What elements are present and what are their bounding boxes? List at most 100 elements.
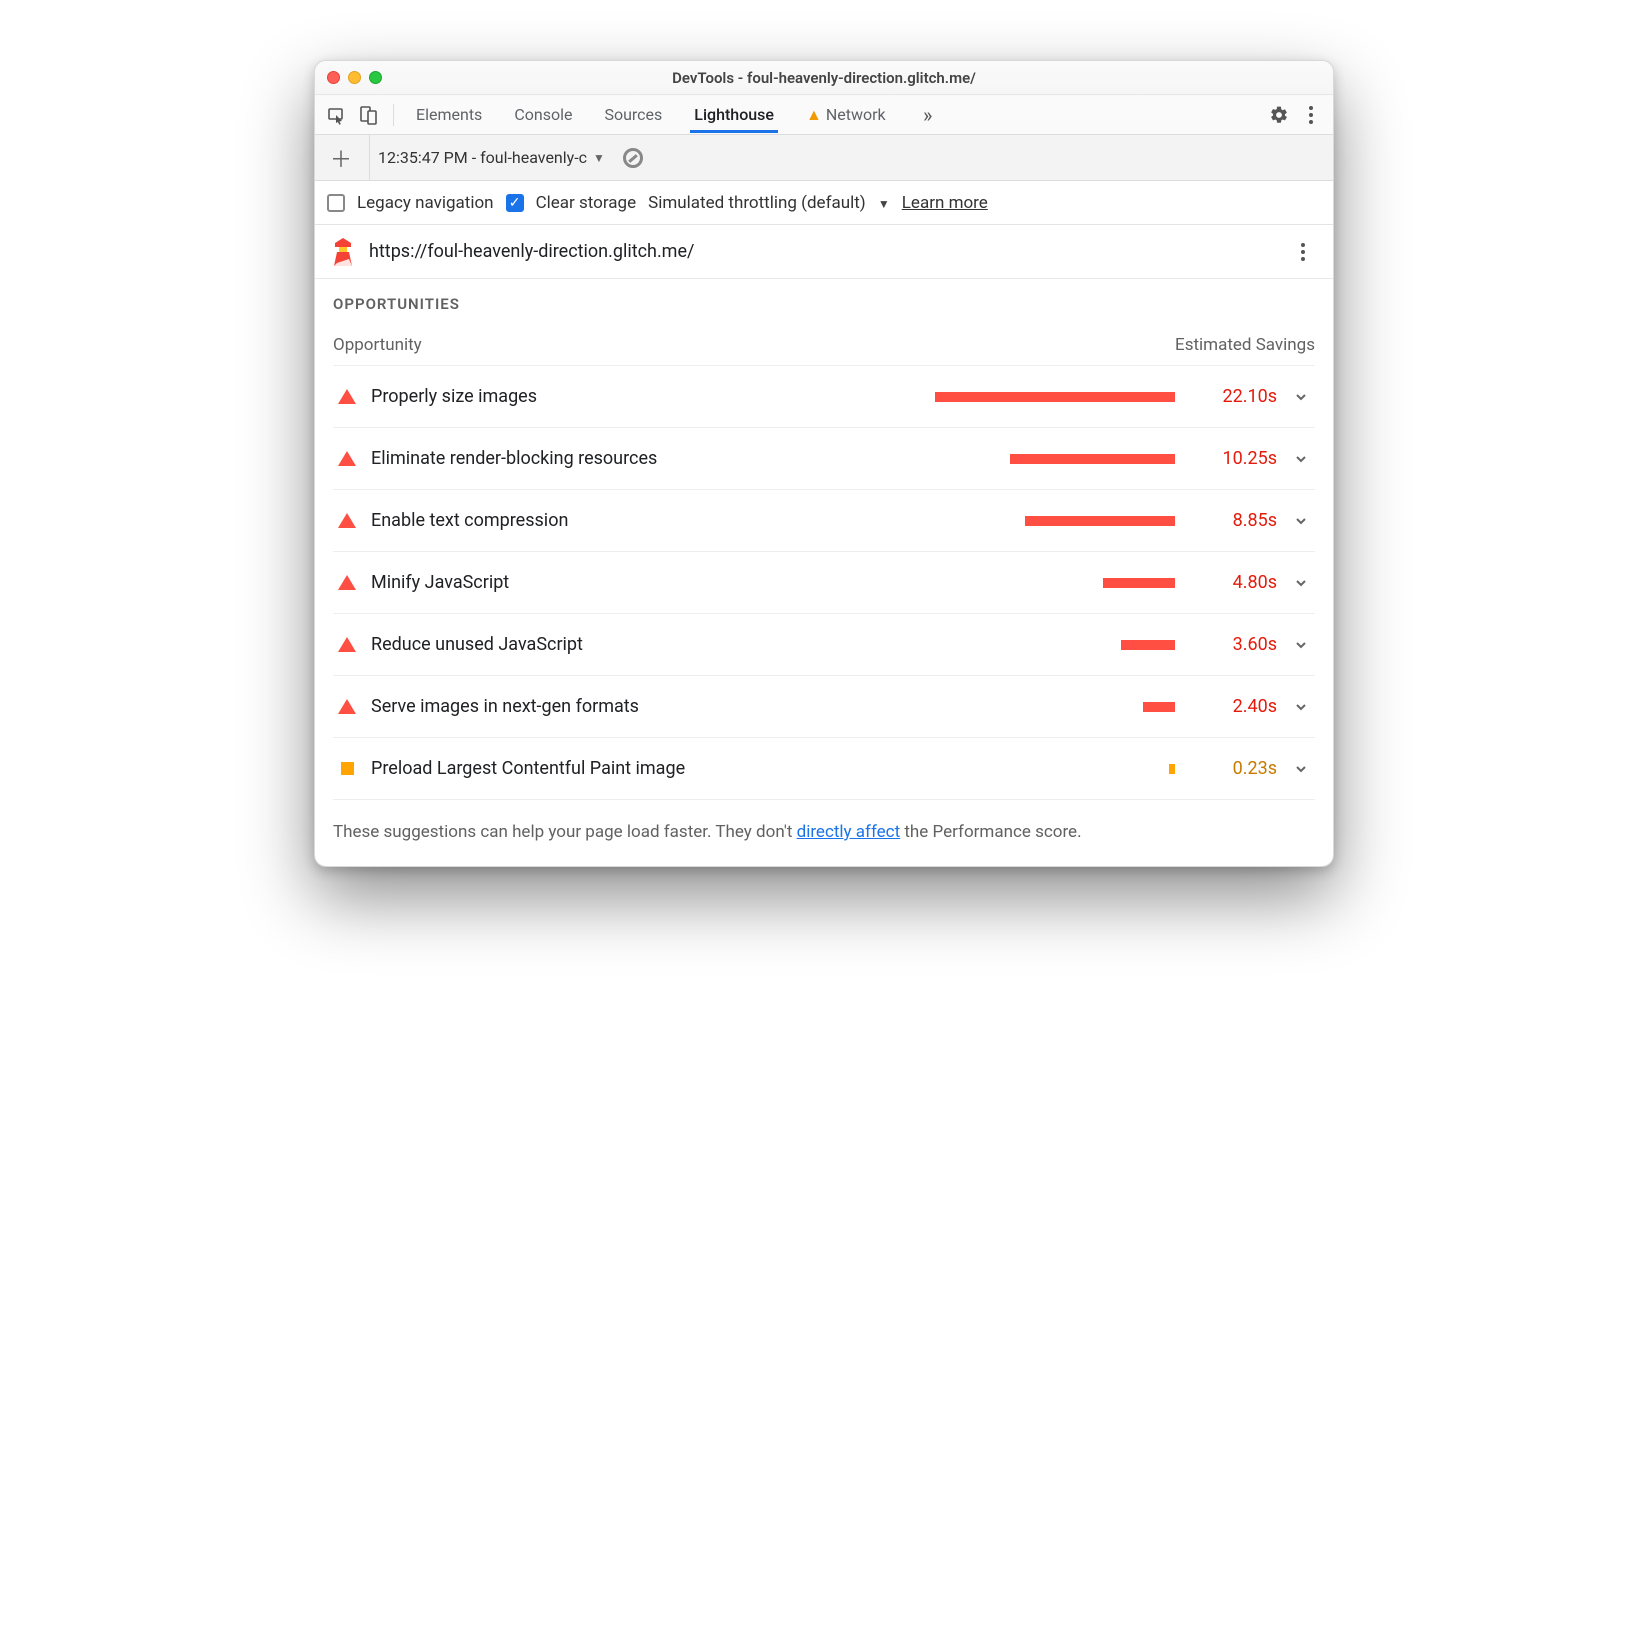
opportunity-row[interactable]: Serve images in next-gen formats 2.40s xyxy=(333,675,1315,737)
expand-chevron-icon[interactable] xyxy=(1291,762,1311,776)
legacy-navigation-label: Legacy navigation xyxy=(357,193,494,213)
savings-value: 4.80s xyxy=(1199,572,1277,593)
chevron-down-icon: ▼ xyxy=(872,197,890,211)
opportunity-label: Eliminate render-blocking resources xyxy=(371,448,657,469)
opportunity-label: Minify JavaScript xyxy=(371,572,509,593)
expand-chevron-icon[interactable] xyxy=(1291,452,1311,466)
throttling-select[interactable]: Simulated throttling (default) ▼ xyxy=(648,193,890,213)
severity-icon xyxy=(337,699,357,714)
opportunity-row[interactable]: Minify JavaScript 4.80s xyxy=(333,551,1315,613)
lighthouse-toolbar: ＋ 12:35:47 PM - foul-heavenly-c ▼ xyxy=(315,135,1333,181)
report-select[interactable]: 12:35:47 PM - foul-heavenly-c ▼ xyxy=(369,135,605,180)
tab-network-label: Network xyxy=(826,105,886,124)
opportunities-footer: These suggestions can help your page loa… xyxy=(333,799,1315,842)
savings-bar xyxy=(1103,578,1175,588)
opportunities-section: OPPORTUNITIES Opportunity Estimated Savi… xyxy=(315,279,1333,866)
savings-bar xyxy=(1169,764,1175,774)
col-opportunity: Opportunity xyxy=(333,335,422,355)
expand-chevron-icon[interactable] xyxy=(1291,514,1311,528)
device-toolbar-icon[interactable] xyxy=(355,101,383,129)
footer-link[interactable]: directly affect xyxy=(797,822,901,842)
expand-chevron-icon[interactable] xyxy=(1291,390,1311,404)
severity-icon xyxy=(337,637,357,652)
savings-bar-area xyxy=(699,764,1185,774)
severity-icon xyxy=(337,513,357,528)
legacy-navigation-checkbox[interactable] xyxy=(327,194,345,212)
column-headers: Opportunity Estimated Savings xyxy=(333,335,1315,365)
opportunity-row[interactable]: Properly size images 22.10s xyxy=(333,365,1315,427)
opportunity-row[interactable]: Enable text compression 8.85s xyxy=(333,489,1315,551)
savings-value: 8.85s xyxy=(1199,510,1277,531)
triangle-red-icon xyxy=(338,451,356,466)
expand-chevron-icon[interactable] xyxy=(1291,700,1311,714)
warning-icon: ▲ xyxy=(806,105,822,124)
savings-value: 3.60s xyxy=(1199,634,1277,655)
savings-bar xyxy=(1025,516,1175,526)
savings-bar-area xyxy=(597,640,1185,650)
tab-elements[interactable]: Elements xyxy=(412,97,486,132)
opportunity-row[interactable]: Eliminate render-blocking resources 10.25… xyxy=(333,427,1315,489)
throttling-label: Simulated throttling (default) xyxy=(648,193,866,213)
savings-bar-area xyxy=(671,454,1185,464)
savings-bar-area xyxy=(551,392,1185,402)
opportunity-row[interactable]: Reduce unused JavaScript 3.60s xyxy=(333,613,1315,675)
opportunity-label: Properly size images xyxy=(371,386,537,407)
more-options-icon[interactable] xyxy=(1297,101,1325,129)
square-orange-icon xyxy=(341,762,354,775)
opportunity-label: Enable text compression xyxy=(371,510,568,531)
window-title: DevTools - foul-heavenly-direction.glitc… xyxy=(315,69,1333,87)
severity-icon xyxy=(337,762,357,775)
savings-bar xyxy=(1121,640,1175,650)
report-url-row: https://foul-heavenly-direction.glitch.m… xyxy=(315,225,1333,279)
opportunity-row[interactable]: Preload Largest Contentful Paint image 0.… xyxy=(333,737,1315,799)
chevron-down-icon: ▼ xyxy=(593,151,605,165)
tab-lighthouse[interactable]: Lighthouse xyxy=(690,97,778,133)
lighthouse-options: Legacy navigation ✓ Clear storage Simula… xyxy=(315,181,1333,225)
footer-pre: These suggestions can help your page loa… xyxy=(333,822,797,842)
settings-icon[interactable] xyxy=(1265,101,1293,129)
savings-bar xyxy=(935,392,1175,402)
clear-storage-label: Clear storage xyxy=(536,193,637,213)
panel-tabs: Elements Console Sources Lighthouse ▲Net… xyxy=(412,97,942,133)
opportunity-label: Serve images in next-gen formats xyxy=(371,696,639,717)
inspect-element-icon[interactable] xyxy=(323,101,351,129)
triangle-red-icon xyxy=(338,699,356,714)
panel-tabs-bar: Elements Console Sources Lighthouse ▲Net… xyxy=(315,95,1333,135)
triangle-red-icon xyxy=(338,513,356,528)
severity-icon xyxy=(337,389,357,404)
clear-report-icon[interactable] xyxy=(619,144,647,172)
savings-value: 10.25s xyxy=(1199,448,1277,469)
report-select-label: 12:35:47 PM - foul-heavenly-c xyxy=(378,148,587,167)
devtools-window: DevTools - foul-heavenly-direction.glitc… xyxy=(314,60,1334,867)
savings-bar-area xyxy=(653,702,1185,712)
opportunities-list: Properly size images 22.10s Eliminate rend… xyxy=(333,365,1315,799)
report-menu-icon[interactable] xyxy=(1289,238,1317,266)
footer-post: the Performance score. xyxy=(900,822,1081,842)
lighthouse-icon xyxy=(331,237,355,267)
savings-bar xyxy=(1143,702,1175,712)
new-report-button[interactable]: ＋ xyxy=(327,144,355,172)
savings-bar xyxy=(1010,454,1175,464)
severity-icon xyxy=(337,575,357,590)
tab-network[interactable]: ▲Network xyxy=(802,97,890,133)
savings-value: 22.10s xyxy=(1199,386,1277,407)
opportunity-label: Preload Largest Contentful Paint image xyxy=(371,758,685,779)
expand-chevron-icon[interactable] xyxy=(1291,576,1311,590)
divider xyxy=(393,104,394,126)
clear-storage-checkbox[interactable]: ✓ xyxy=(506,194,524,212)
triangle-red-icon xyxy=(338,575,356,590)
savings-value: 0.23s xyxy=(1199,758,1277,779)
triangle-red-icon xyxy=(338,389,356,404)
col-savings: Estimated Savings xyxy=(1175,335,1315,355)
opportunity-label: Reduce unused JavaScript xyxy=(371,634,583,655)
learn-more-link[interactable]: Learn more xyxy=(902,193,988,213)
savings-value: 2.40s xyxy=(1199,696,1277,717)
report-url: https://foul-heavenly-direction.glitch.m… xyxy=(369,241,694,262)
savings-bar-area xyxy=(523,578,1185,588)
severity-icon xyxy=(337,451,357,466)
triangle-red-icon xyxy=(338,637,356,652)
tab-sources[interactable]: Sources xyxy=(600,97,666,132)
more-tabs-icon[interactable]: » xyxy=(914,101,942,129)
expand-chevron-icon[interactable] xyxy=(1291,638,1311,652)
tab-console[interactable]: Console xyxy=(510,97,576,132)
